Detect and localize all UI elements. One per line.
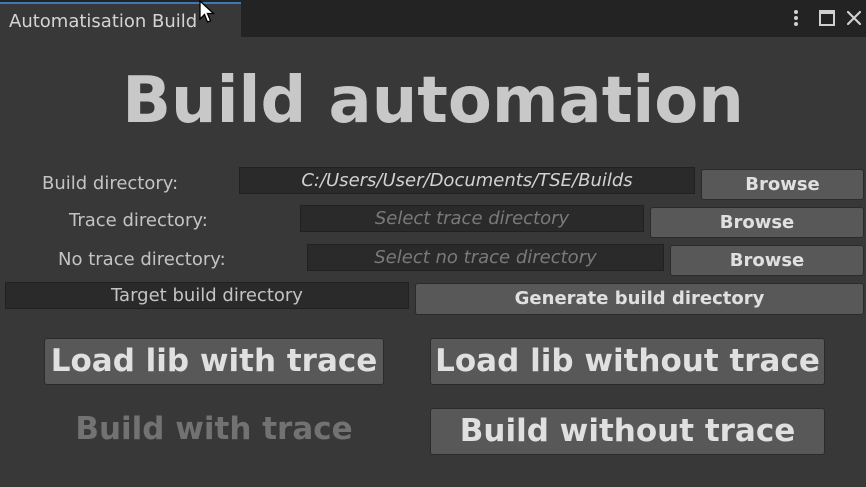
build-directory-browse-button[interactable]: Browse bbox=[701, 169, 864, 200]
trace-directory-browse-button[interactable]: Browse bbox=[650, 207, 864, 238]
load-lib-without-trace-button[interactable]: Load lib without trace bbox=[430, 338, 825, 385]
editor-window: Automatisation Build Build automation Bu… bbox=[0, 0, 866, 487]
load-lib-with-trace-button[interactable]: Load lib with trace bbox=[44, 338, 384, 385]
generate-build-directory-button[interactable]: Generate build directory bbox=[415, 283, 864, 315]
mouse-cursor-icon bbox=[199, 0, 216, 23]
trace-directory-label: Trace directory: bbox=[69, 210, 208, 231]
no-trace-directory-browse-button[interactable]: Browse bbox=[670, 245, 864, 276]
window-tab-label: Automatisation Build bbox=[9, 11, 198, 32]
trace-directory-field[interactable]: Select trace directory bbox=[300, 205, 644, 232]
target-build-directory-field[interactable]: Target build directory bbox=[5, 282, 409, 309]
page-title: Build automation bbox=[122, 64, 744, 138]
title-bar: Automatisation Build bbox=[0, 0, 866, 37]
no-trace-directory-field[interactable]: Select no trace directory bbox=[307, 244, 664, 271]
build-without-trace-button[interactable]: Build without trace bbox=[430, 408, 825, 455]
build-with-trace-button: Build with trace bbox=[75, 411, 353, 447]
build-directory-label: Build directory: bbox=[42, 173, 179, 194]
build-directory-field[interactable]: C:/Users/User/Documents/TSE/Builds bbox=[239, 167, 695, 194]
close-icon[interactable] bbox=[844, 8, 864, 28]
no-trace-directory-label: No trace directory: bbox=[58, 249, 226, 270]
maximize-icon[interactable] bbox=[817, 8, 837, 28]
more-options-icon[interactable] bbox=[786, 8, 806, 28]
